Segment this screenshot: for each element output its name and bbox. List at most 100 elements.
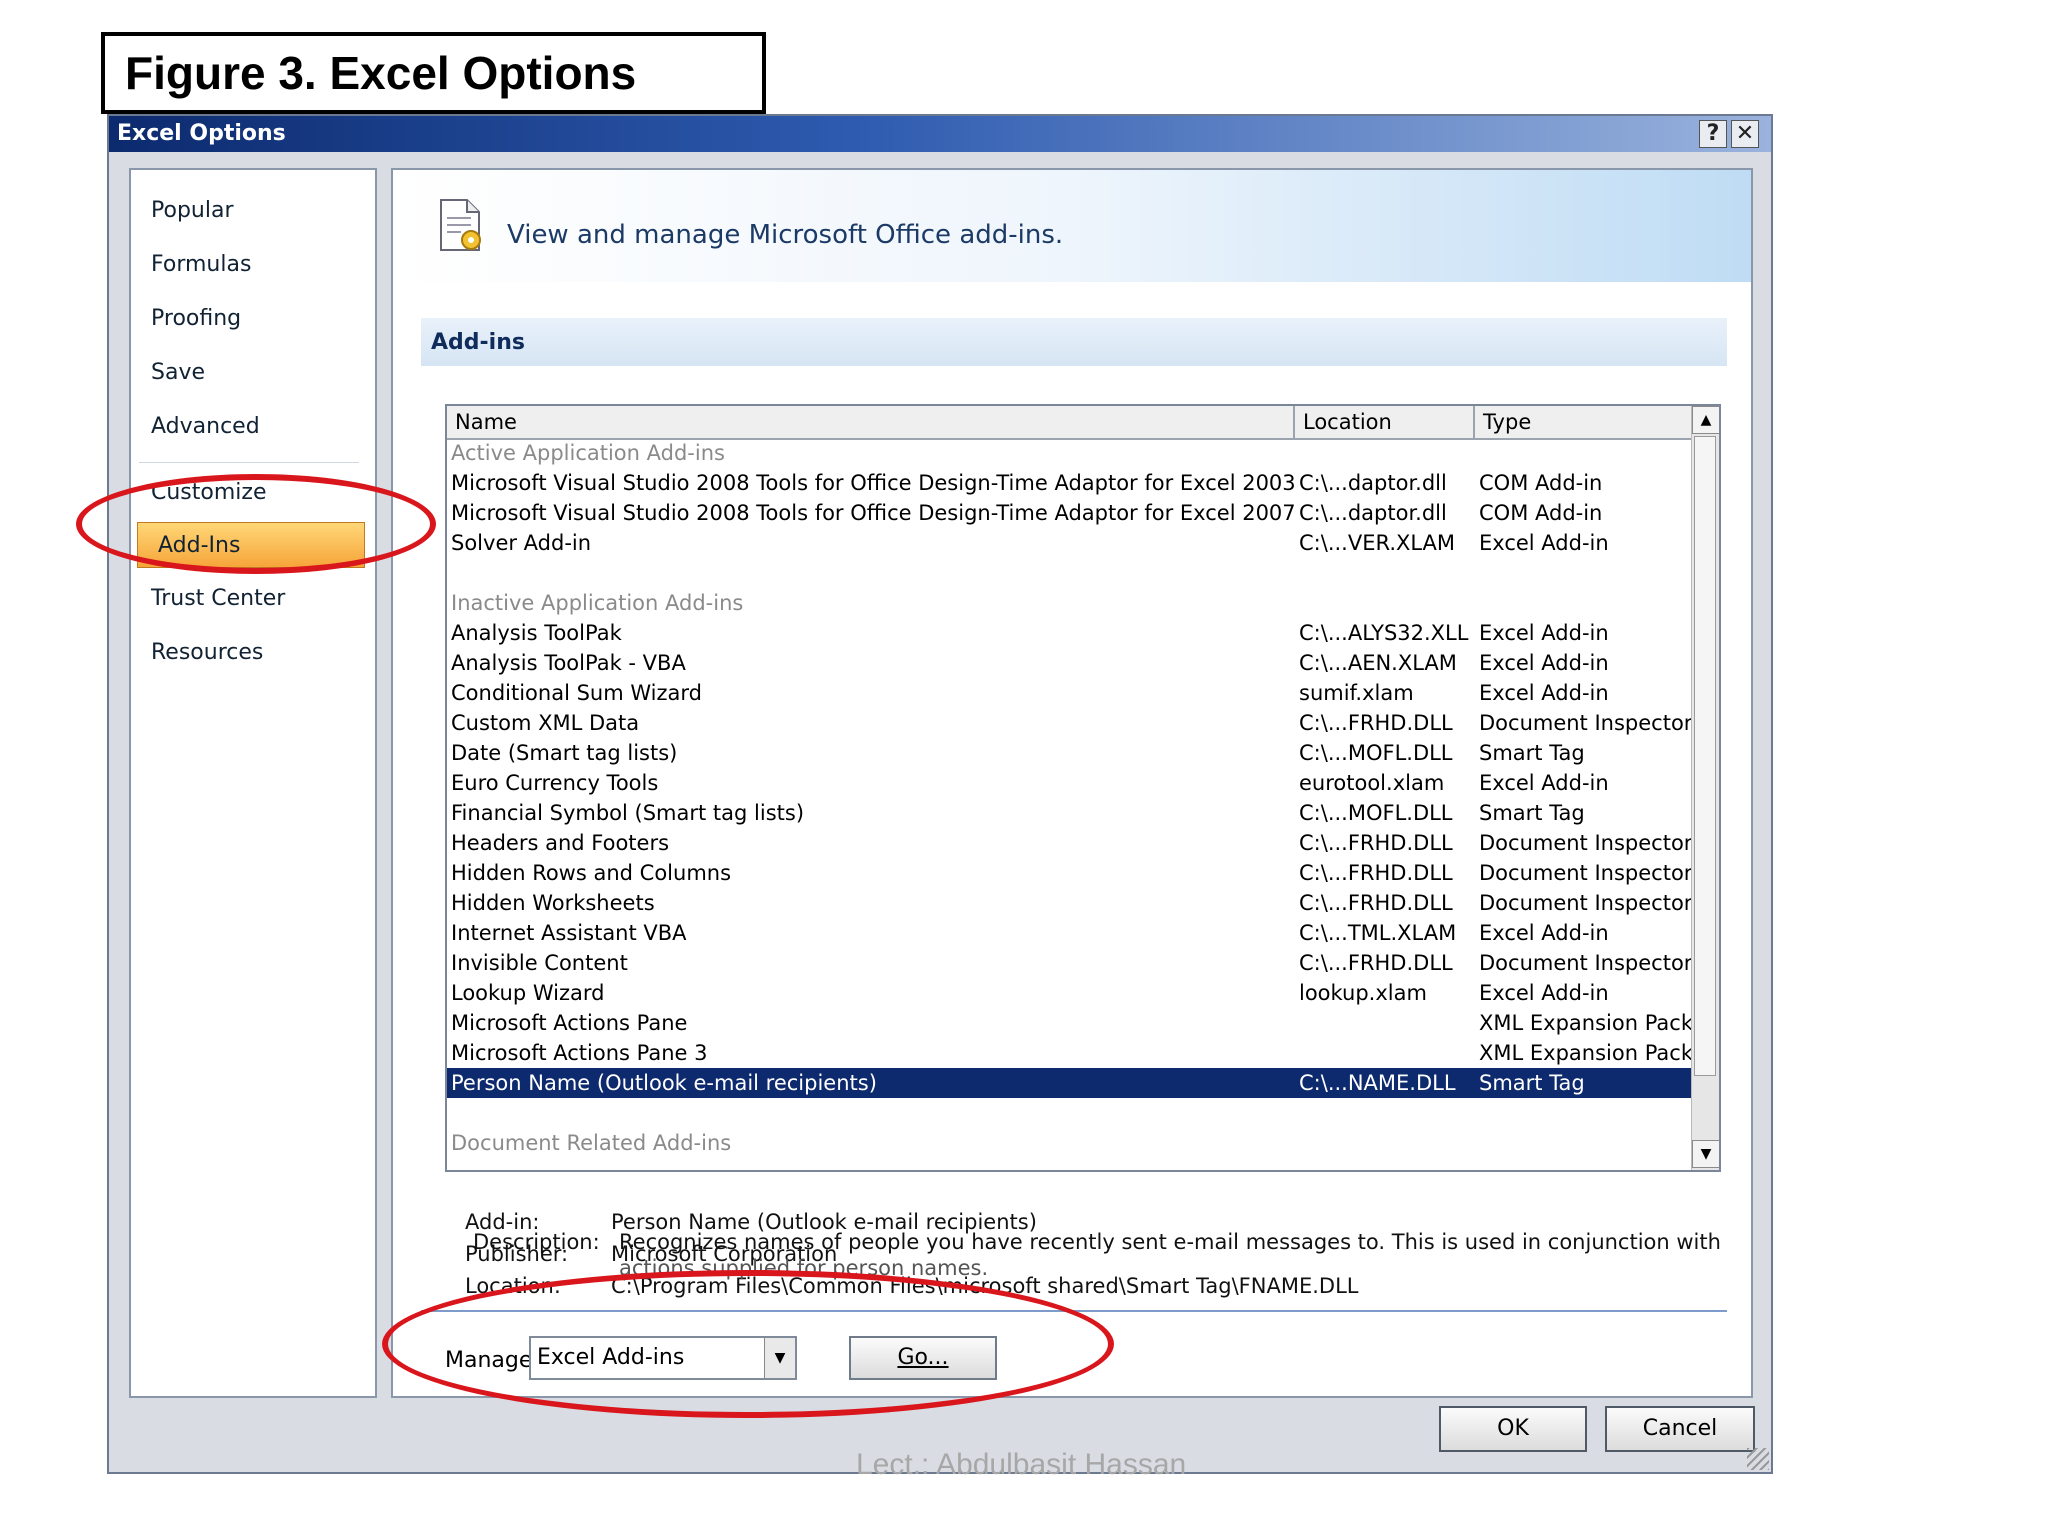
cell-name: Lookup Wizard	[451, 981, 605, 1005]
footer-credit: Lect.: Abdulbasit Hassan	[856, 1448, 1187, 1481]
column-header-type[interactable]: Type	[1475, 406, 1691, 438]
cell-name: Invisible Content	[451, 951, 628, 975]
nav-item-customize[interactable]: Customize	[131, 470, 367, 516]
detail-description-line2: actions supplied for person names.	[619, 1256, 989, 1280]
cell-type: Smart Tag	[1479, 741, 1585, 765]
chevron-down-icon[interactable]: ▼	[764, 1338, 795, 1378]
manage-dropdown-value: Excel Add-ins	[537, 1345, 685, 1370]
cell-type: Document Inspector	[1479, 831, 1693, 855]
cell-type: Document Inspector	[1479, 951, 1693, 975]
table-row[interactable]: Internet Assistant VBA C:\...TML.XLAM Exce…	[447, 918, 1691, 948]
column-header-name[interactable]: Name	[447, 406, 1295, 438]
resize-grip-icon[interactable]	[1747, 1448, 1769, 1470]
column-header-location[interactable]: Location	[1295, 406, 1475, 438]
cell-type: Excel Add-in	[1479, 621, 1609, 645]
cell-location: C:\...daptor.dll	[1299, 501, 1447, 525]
section-title: Add-ins	[431, 330, 525, 355]
nav-item-formulas[interactable]: Formulas	[131, 242, 367, 288]
scroll-down-arrow-icon[interactable]: ▼	[1692, 1140, 1719, 1168]
table-row[interactable]: Hidden Rows and Columns C:\...FRHD.DLL Doc…	[447, 858, 1693, 888]
cell-location: C:\...MOFL.DLL	[1299, 741, 1453, 765]
nav-divider	[139, 462, 359, 463]
table-row[interactable]: Solver Add-in C:\...VER.XLAM Excel Add-in	[447, 528, 1691, 558]
close-button[interactable]: ✕	[1731, 120, 1759, 148]
nav-item-resources[interactable]: Resources	[131, 630, 367, 676]
cell-type: Smart Tag	[1479, 1071, 1585, 1095]
nav-item-advanced[interactable]: Advanced	[131, 404, 367, 450]
cell-type: Excel Add-in	[1479, 981, 1609, 1005]
cell-location: C:\...TML.XLAM	[1299, 921, 1457, 945]
cell-type: XML Expansion Pack	[1479, 1011, 1693, 1035]
cell-type: Document Inspector	[1479, 891, 1693, 915]
group-header-active: Active Application Add-ins	[451, 441, 725, 465]
cell-name: Microsoft Actions Pane 3	[451, 1041, 708, 1065]
cancel-button[interactable]: Cancel	[1605, 1406, 1755, 1452]
table-row[interactable]: Person Name (Outlook e-mail recipients) C…	[447, 1068, 1691, 1098]
cell-type: Excel Add-in	[1479, 651, 1609, 675]
panel-header-text: View and manage Microsoft Office add-ins…	[507, 220, 1064, 250]
cell-location: sumif.xlam	[1299, 681, 1414, 705]
options-nav: Popular Formulas Proofing Save Advanced …	[129, 168, 377, 1398]
cell-type: COM Add-in	[1479, 501, 1603, 525]
cell-name: Conditional Sum Wizard	[451, 681, 702, 705]
table-row[interactable]: Date (Smart tag lists) C:\...MOFL.DLL Smar…	[447, 738, 1691, 768]
cell-type: COM Add-in	[1479, 471, 1603, 495]
table-row[interactable]: Lookup Wizard lookup.xlam Excel Add-in	[447, 978, 1691, 1008]
table-row[interactable]: Analysis ToolPak C:\...ALYS32.XLL Excel Ad…	[447, 618, 1691, 648]
list-scrollbar[interactable]: ▲ ▼	[1691, 406, 1719, 1170]
table-row[interactable]: Hidden Worksheets C:\...FRHD.DLL Document …	[447, 888, 1693, 918]
cell-type: Document Inspector	[1479, 861, 1693, 885]
cell-type: XML Expansion Pack	[1479, 1041, 1693, 1065]
cell-name: Internet Assistant VBA	[451, 921, 687, 945]
cell-type: Excel Add-in	[1479, 681, 1609, 705]
detail-description-label: Description:	[473, 1230, 600, 1254]
manage-label: Manage:	[445, 1348, 540, 1373]
cell-name: Microsoft Actions Pane	[451, 1011, 688, 1035]
cell-location: C:\...AEN.XLAM	[1299, 651, 1457, 675]
table-row[interactable]: Headers and Footers C:\...FRHD.DLL Documen…	[447, 828, 1693, 858]
table-row[interactable]: Custom XML Data C:\...FRHD.DLL Document In…	[447, 708, 1693, 738]
title-bar[interactable]: Excel Options ? ✕	[109, 116, 1771, 152]
nav-item-add-ins[interactable]: Add-Ins	[137, 522, 365, 568]
cell-location: C:\...FRHD.DLL	[1299, 861, 1453, 885]
cell-location: C:\...VER.XLAM	[1299, 531, 1456, 555]
cell-type: Excel Add-in	[1479, 921, 1609, 945]
table-row[interactable]: Financial Symbol (Smart tag lists) C:\...…	[447, 798, 1691, 828]
table-row[interactable]: Microsoft Visual Studio 2008 Tools for O…	[447, 468, 1691, 498]
detail-location-label: Location:	[465, 1274, 561, 1298]
nav-item-save[interactable]: Save	[131, 350, 367, 396]
figure-caption: Figure 3. Excel Options Menu	[101, 32, 766, 173]
help-button[interactable]: ?	[1699, 120, 1727, 148]
table-row[interactable]: Microsoft Actions Pane XML Expansion Pack	[447, 1008, 1693, 1038]
cell-name: Solver Add-in	[451, 531, 592, 555]
excel-options-dialog: Excel Options ? ✕ Popular Formulas Proof…	[107, 114, 1773, 1474]
ok-button[interactable]: OK	[1439, 1406, 1587, 1452]
cell-location: C:\...ALYS32.XLL	[1299, 621, 1469, 645]
manage-dropdown[interactable]: Excel Add-ins ▼	[529, 1336, 797, 1380]
details-divider	[421, 1310, 1727, 1312]
section-bar	[421, 318, 1727, 366]
nav-item-proofing[interactable]: Proofing	[131, 296, 367, 342]
add-ins-list[interactable]: Name Location Type Active Application Ad…	[445, 404, 1721, 1172]
table-row[interactable]: Euro Currency Tools eurotool.xlam Excel Ad…	[447, 768, 1691, 798]
cell-type: Document Inspector	[1479, 711, 1693, 735]
cell-name: Financial Symbol (Smart tag lists)	[451, 801, 805, 825]
cell-location: C:\...MOFL.DLL	[1299, 801, 1453, 825]
cell-location: eurotool.xlam	[1299, 771, 1445, 795]
go-button[interactable]: Go...	[849, 1336, 997, 1380]
cell-name: Custom XML Data	[451, 711, 640, 735]
scroll-thumb[interactable]	[1694, 436, 1716, 1076]
nav-item-popular[interactable]: Popular	[131, 188, 367, 234]
table-row[interactable]: Analysis ToolPak - VBA C:\...AEN.XLAM Exce…	[447, 648, 1691, 678]
group-header-document: Document Related Add-ins	[451, 1131, 732, 1155]
cell-type: Excel Add-in	[1479, 531, 1609, 555]
nav-item-trust-center[interactable]: Trust Center	[131, 576, 367, 622]
cell-name: Headers and Footers	[451, 831, 670, 855]
scroll-up-arrow-icon[interactable]: ▲	[1692, 406, 1719, 434]
table-row[interactable]: Invisible Content C:\...FRHD.DLL Document …	[447, 948, 1693, 978]
table-row[interactable]: Microsoft Visual Studio 2008 Tools for O…	[447, 498, 1691, 528]
table-row[interactable]: Conditional Sum Wizard sumif.xlam Excel Ad…	[447, 678, 1691, 708]
cell-name: Date (Smart tag lists)	[451, 741, 678, 765]
cell-location: C:\...FRHD.DLL	[1299, 711, 1453, 735]
table-row[interactable]: Microsoft Actions Pane 3 XML Expansion Pa…	[447, 1038, 1693, 1068]
